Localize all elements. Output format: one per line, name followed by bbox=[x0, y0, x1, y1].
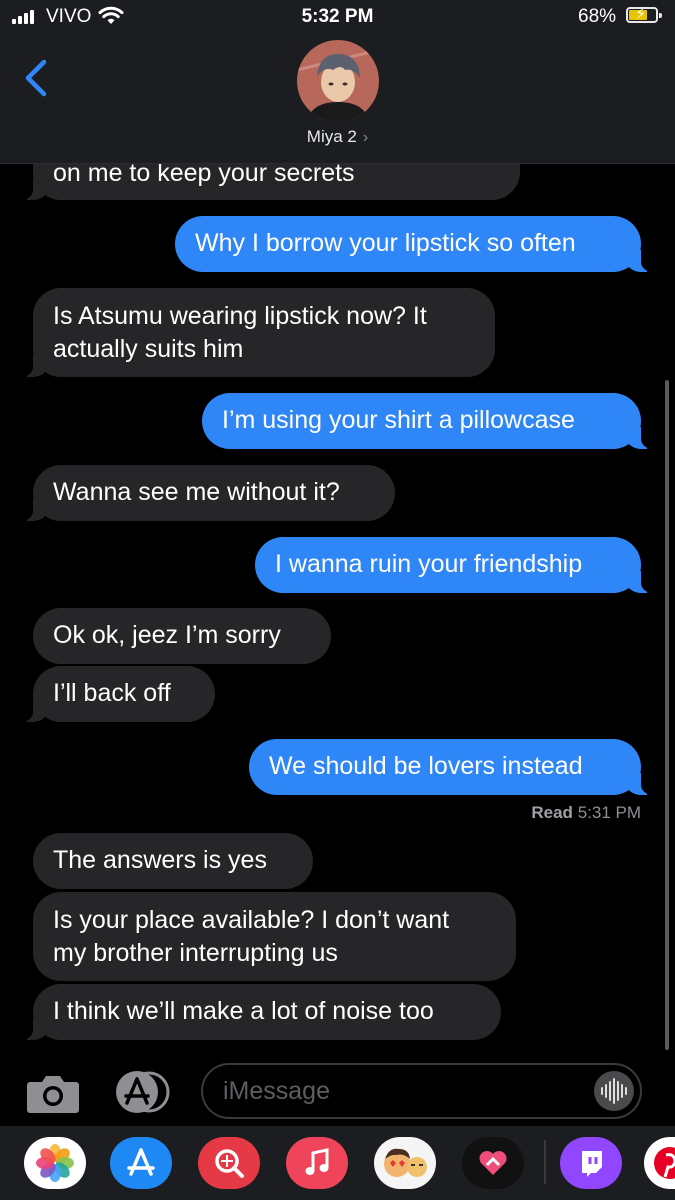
camera-icon[interactable] bbox=[26, 1072, 80, 1114]
battery-percentage: 68% bbox=[578, 6, 617, 27]
message-text-line: actually suits him bbox=[53, 335, 244, 363]
message-text: I wanna ruin your friendship bbox=[275, 550, 583, 578]
contact-avatar[interactable] bbox=[297, 40, 379, 122]
scrollbar[interactable] bbox=[665, 380, 669, 1050]
message-bubble-incoming[interactable]: I think we’ll make a lot of noise too bbox=[7, 984, 501, 1040]
message-text: Ok ok, jeez I’m sorry bbox=[53, 621, 281, 649]
message-text-line: my brother interrupting us bbox=[53, 939, 338, 967]
message-text: I’m using your shirt a pillowcase bbox=[222, 406, 575, 434]
status-bar: VIVO 5:32 PM 68% ⚡ bbox=[0, 0, 675, 36]
message-text-line: Is Atsumu wearing lipstick now? It bbox=[53, 302, 427, 330]
input-placeholder: iMessage bbox=[223, 1077, 330, 1105]
drawer-divider bbox=[544, 1140, 546, 1184]
photos-icon[interactable] bbox=[24, 1137, 86, 1189]
status-time: 5:32 PM bbox=[301, 6, 374, 27]
message-text: Why I borrow your lipstick so often bbox=[195, 229, 576, 257]
message-bubble-outgoing[interactable]: Why I borrow your lipstick so often bbox=[175, 216, 667, 272]
read-label: Read bbox=[531, 803, 573, 822]
audio-message-icon[interactable] bbox=[594, 1071, 634, 1111]
imessage-input[interactable]: iMessage bbox=[201, 1063, 642, 1119]
app-store-icon[interactable] bbox=[110, 1137, 172, 1189]
message-bubble-incoming[interactable]: Ok ok, jeez I’m sorry bbox=[33, 608, 331, 664]
message-bubble-incoming[interactable]: Wanna see me without it? bbox=[7, 465, 395, 521]
conversation-header: VIVO 5:32 PM 68% ⚡ Miya 2 › bbox=[0, 0, 675, 164]
message-bubble-incoming[interactable]: The answers is yes bbox=[33, 833, 313, 889]
image-search-icon[interactable] bbox=[198, 1137, 260, 1189]
message-text: I’ll back off bbox=[53, 679, 171, 707]
memoji-icon[interactable] bbox=[374, 1137, 436, 1189]
back-chevron-icon[interactable] bbox=[22, 58, 50, 98]
battery-icon: ⚡ bbox=[626, 6, 662, 23]
message-text: I think we’ll make a lot of noise too bbox=[53, 997, 434, 1025]
message-bubble-outgoing[interactable]: I’m using your shirt a pillowcase bbox=[202, 393, 667, 449]
message-bubble-incoming[interactable]: Is your place available? I don’t want my… bbox=[33, 892, 516, 981]
app-store-apps-icon[interactable] bbox=[112, 1069, 174, 1115]
message-bubble-incoming[interactable]: Is Atsumu wearing lipstick now? It actua… bbox=[7, 288, 495, 377]
message-text-line: Is your place available? I don’t want bbox=[53, 906, 450, 934]
contact-name: Miya 2 bbox=[306, 127, 357, 146]
read-receipt: Read 5:31 PM bbox=[531, 803, 641, 823]
message-bubble-outgoing[interactable]: We should be lovers instead bbox=[249, 739, 667, 795]
read-time: 5:31 PM bbox=[577, 803, 641, 822]
message-text: We should be lovers instead bbox=[269, 752, 583, 780]
contact-name-button[interactable]: Miya 2 › bbox=[0, 127, 675, 147]
heart-app-icon[interactable] bbox=[462, 1137, 524, 1189]
chevron-right-icon: › bbox=[362, 129, 369, 146]
twitch-icon[interactable] bbox=[560, 1137, 622, 1189]
message-bubble-incoming[interactable]: I’ll back off bbox=[7, 666, 215, 722]
message-text: Wanna see me without it? bbox=[53, 478, 340, 506]
message-text: The answers is yes bbox=[53, 846, 267, 874]
music-icon[interactable] bbox=[286, 1137, 348, 1189]
message-bubble-outgoing[interactable]: I wanna ruin your friendship bbox=[255, 537, 667, 593]
